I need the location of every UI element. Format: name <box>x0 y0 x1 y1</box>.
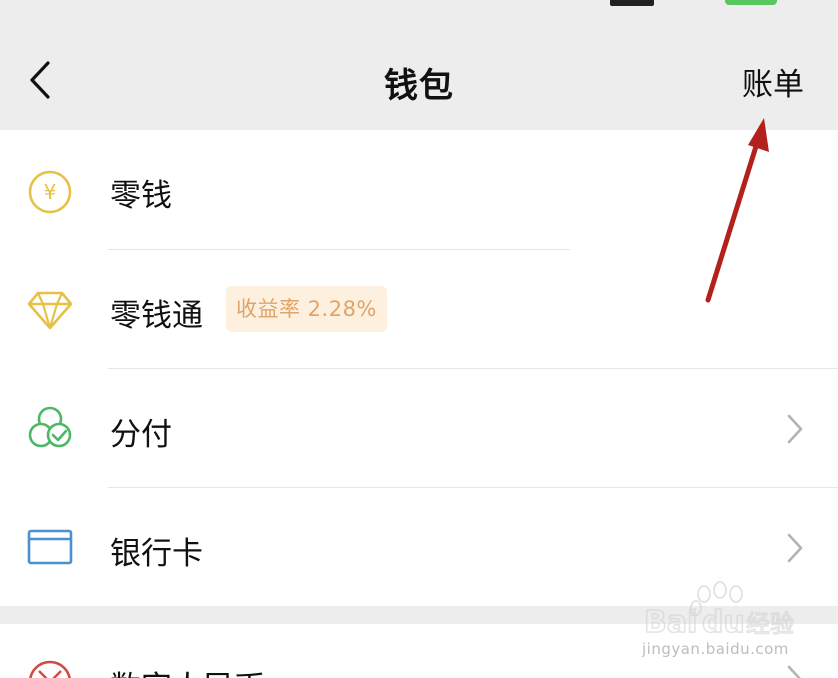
wallet-item-label: 银行卡 <box>110 536 203 572</box>
signal-icon <box>610 0 654 6</box>
diamond-icon <box>26 286 74 334</box>
wallet-item-label: 零钱 <box>110 178 172 214</box>
svg-text:¥: ¥ <box>44 180 57 204</box>
wallet-item-label: 数字人民币 <box>110 662 265 678</box>
status-bar <box>0 0 838 12</box>
wallet-item-label: 零钱通 <box>110 298 203 334</box>
fenfu-icon <box>26 404 74 452</box>
yield-rate-badge: 收益率 2.28% <box>226 286 387 332</box>
page-title: 钱包 <box>384 66 454 106</box>
svg-text:Bai: Bai <box>644 605 697 640</box>
chevron-right-icon <box>787 665 801 678</box>
digital-rmb-icon <box>26 658 74 678</box>
svg-text:du: du <box>702 605 745 640</box>
svg-text:经验: 经验 <box>746 610 794 638</box>
bank-card-icon <box>26 523 74 571</box>
annotation-arrow-icon <box>705 118 769 303</box>
battery-icon <box>725 0 777 5</box>
chevron-right-icon <box>787 414 803 444</box>
watermark-url: jingyan.baidu.com <box>642 640 789 658</box>
wallet-item-label: 分付 <box>110 417 172 453</box>
wallet-item-fenfu[interactable]: 分付 <box>0 369 838 487</box>
yuan-coin-icon: ¥ <box>26 168 74 216</box>
chevron-right-icon <box>787 533 803 563</box>
bill-button[interactable]: 账单 <box>742 59 804 104</box>
